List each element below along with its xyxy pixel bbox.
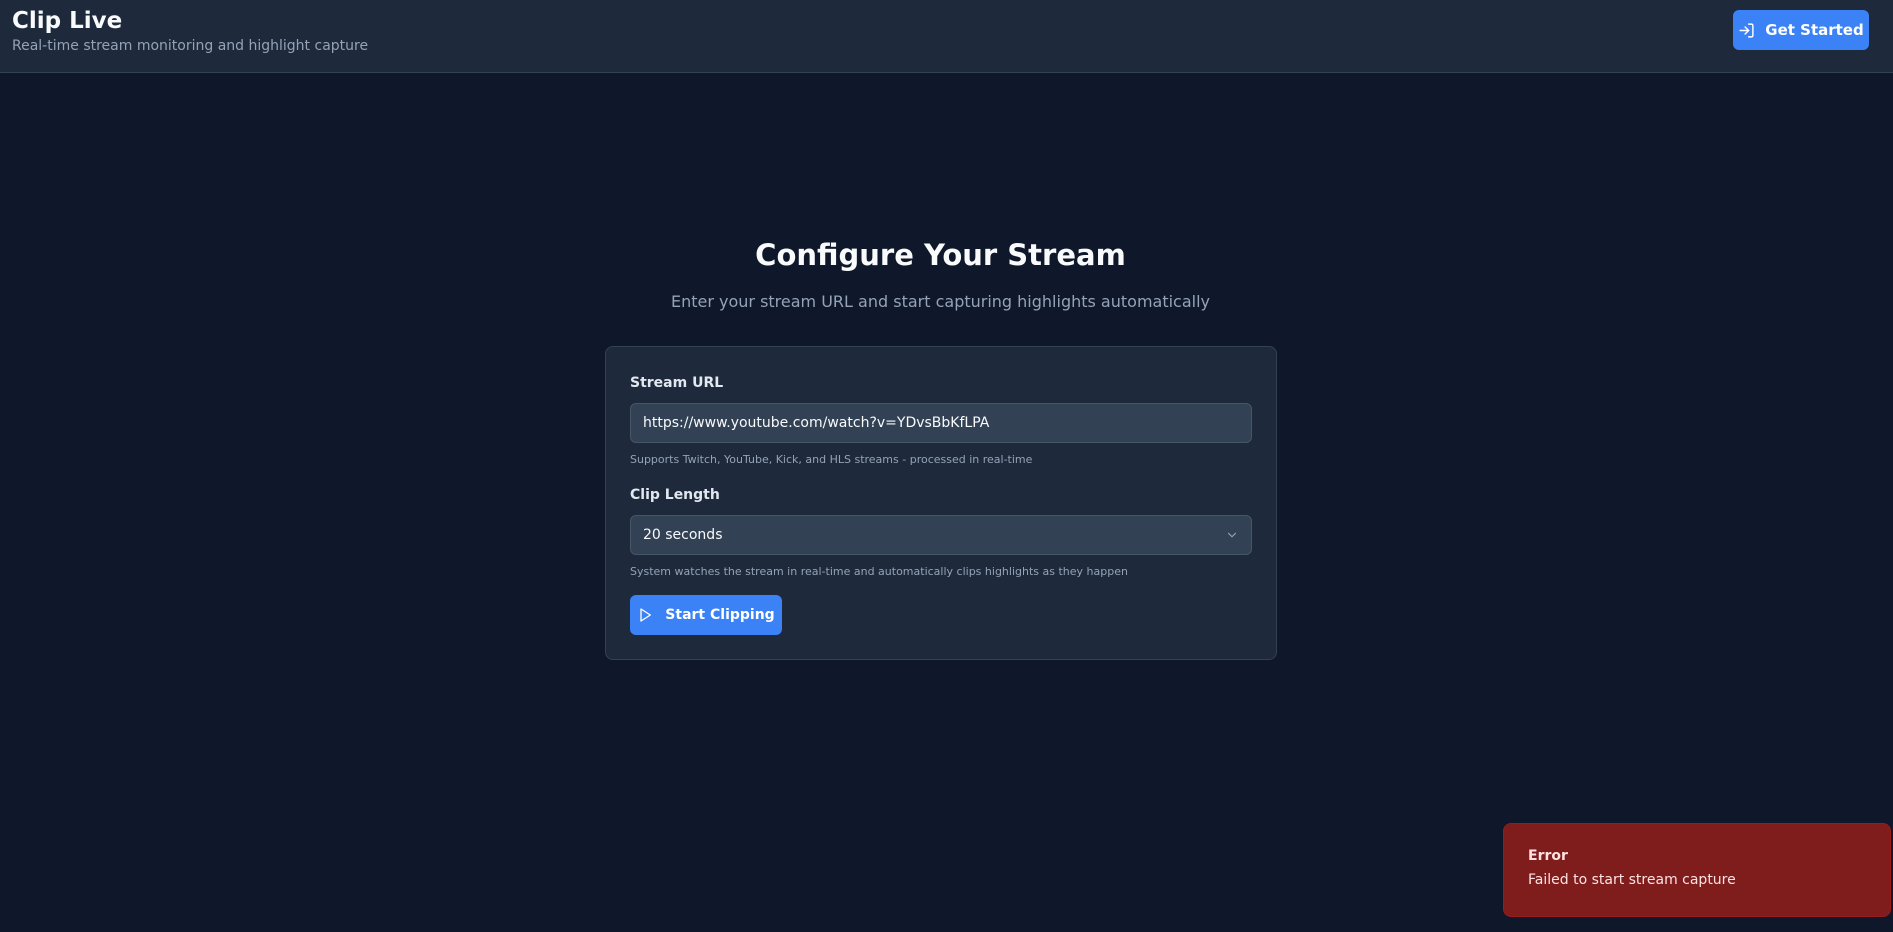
- app-title: Clip Live: [12, 8, 123, 34]
- play-icon: [640, 608, 652, 622]
- app-subtitle: Real-time stream monitoring and highligh…: [12, 38, 369, 54]
- stream-url-label: Stream URL: [630, 375, 724, 391]
- stream-url-input[interactable]: [630, 403, 1252, 443]
- stream-url-helper: Supports Twitch, YouTube, Kick, and HLS …: [630, 453, 1033, 466]
- get-started-label: Get Started: [1765, 21, 1864, 39]
- start-clipping-button[interactable]: Start Clipping: [630, 595, 782, 635]
- start-clipping-label: Start Clipping: [665, 607, 775, 623]
- page-title: Configure Your Stream: [755, 238, 1126, 272]
- chevron-down-icon: [1225, 528, 1239, 542]
- clip-length-select[interactable]: 20 seconds: [630, 515, 1252, 555]
- get-started-button[interactable]: Get Started: [1733, 10, 1869, 50]
- clip-length-helper: System watches the stream in real-time a…: [630, 565, 1128, 578]
- log-in-icon: [1739, 22, 1754, 38]
- stream-config-card: Stream URL Supports Twitch, YouTube, Kic…: [605, 346, 1277, 660]
- clip-length-value: 20 seconds: [643, 527, 723, 543]
- clip-length-label: Clip Length: [630, 487, 720, 503]
- page-subtitle: Enter your stream URL and start capturin…: [670, 292, 1211, 311]
- app-header: Clip Live Real-time stream monitoring an…: [0, 0, 1893, 73]
- toast-message: Failed to start stream capture: [1528, 872, 1736, 888]
- toast-title: Error: [1528, 848, 1568, 864]
- error-toast[interactable]: Error Failed to start stream capture: [1503, 823, 1891, 917]
